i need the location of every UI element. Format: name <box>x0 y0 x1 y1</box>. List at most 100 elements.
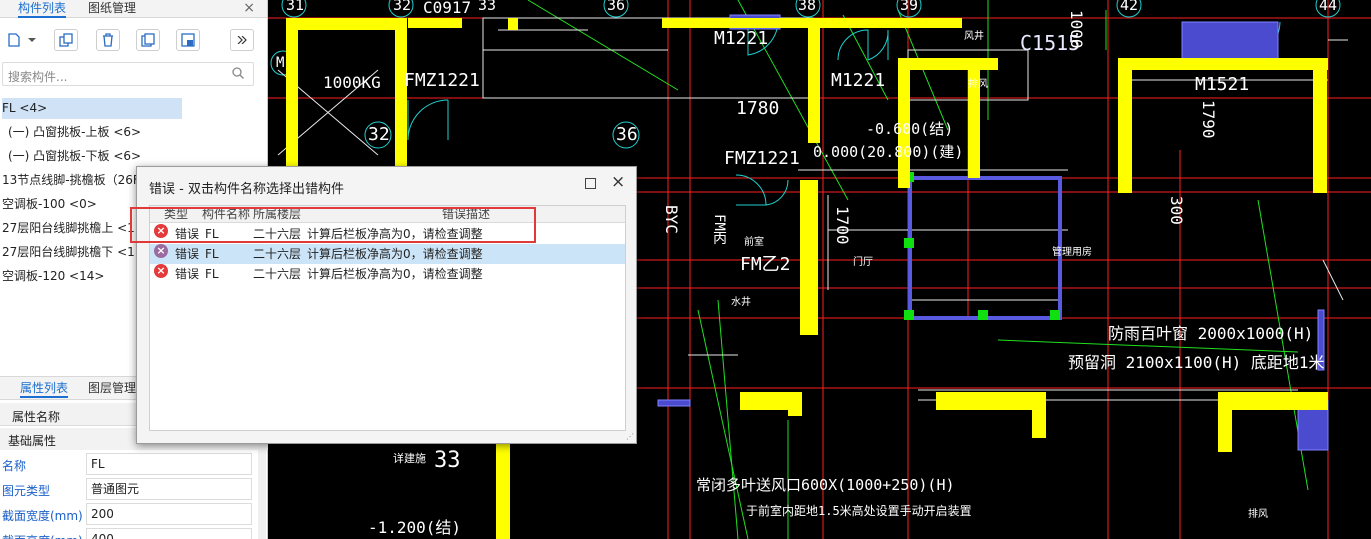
property-value-field[interactable]: 普通图元 <box>86 478 252 500</box>
axis-42: 42 <box>1120 0 1139 14</box>
tree-item-bay-window-lower[interactable]: (一) 凸窗挑板-下板 <6> <box>8 146 141 167</box>
cad-label-1780: 1780 <box>736 98 780 119</box>
cad-label-yuqianshi: 于前室内距地1.5米高处设置手动开启装置 <box>746 504 972 518</box>
floor-copy-icon <box>181 33 195 47</box>
delete-button[interactable] <box>96 29 120 51</box>
dropdown-arrow-icon <box>28 38 36 42</box>
new-dropdown-button[interactable] <box>26 29 38 51</box>
cad-label-menting: 门厅 <box>853 257 873 268</box>
tree-item-27f-balcony-upper[interactable]: 27层阳台线脚挑檐上 <1 <box>2 218 135 239</box>
new-component-button[interactable] <box>2 29 26 51</box>
cad-label-paifeng-top: 排风 <box>968 79 988 90</box>
property-value-field[interactable]: 200 <box>86 503 252 525</box>
tree-item-ac-board-120[interactable]: 空调板-120 <14> <box>2 266 104 287</box>
cad-label-fmz2: FM乙2 <box>740 254 791 275</box>
error-desc: 计算后栏板净高为0，请检查调整 <box>307 247 483 261</box>
cad-label-fengjing: 风井 <box>964 31 984 42</box>
tree-item-27f-balcony-lower[interactable]: 27层阳台线脚挑檐下 <1> <box>2 242 145 263</box>
cad-label-qianshi: 前室 <box>744 237 764 248</box>
error-icon: × <box>154 264 168 278</box>
axis-32: 32 <box>393 0 412 14</box>
property-key: 图元类型 <box>2 484 51 498</box>
property-value-field[interactable]: 400 <box>86 528 252 539</box>
error-floor: 二十六层 <box>253 267 302 281</box>
error-floor: 二十六层 <box>253 247 302 261</box>
cad-label-minus1200: -1.200(结) <box>368 518 462 537</box>
new-icon <box>8 33 20 47</box>
delete-icon <box>103 33 113 47</box>
dialog-close-icon[interactable]: × <box>611 172 625 192</box>
property-section-label: 基础属性 <box>8 434 57 448</box>
panel-close-icon[interactable]: × <box>243 0 255 16</box>
cad-label-1700: 1700 <box>833 206 852 245</box>
cad-label-fangyu: 防雨百叶窗 2000x1000(H) <box>1108 324 1314 343</box>
layer-copy-icon <box>141 33 155 47</box>
error-component-name[interactable]: FL <box>205 264 219 284</box>
search-icon[interactable] <box>232 67 244 79</box>
component-search-input[interactable]: 搜索构件... <box>2 62 254 86</box>
cad-label-33: 33 <box>434 448 461 473</box>
copy-icon <box>59 33 73 47</box>
axis-44: 44 <box>1319 0 1338 14</box>
axis-31: 31 <box>286 0 305 14</box>
more-button[interactable] <box>230 29 254 51</box>
maximize-icon[interactable] <box>585 178 596 189</box>
cad-label-fmz1221-b: FMZ1221 <box>724 148 800 169</box>
property-row-section-height: 截面高度(mm) 400 <box>0 527 268 539</box>
cad-label-guanli: 管理用房 <box>1052 247 1092 258</box>
property-key: 名称 <box>2 459 27 473</box>
copy-button[interactable] <box>54 29 78 51</box>
cad-label-yuliu: 预留洞 2100x1100(H) 底距地1米 <box>1068 353 1325 372</box>
property-value-field[interactable]: FL <box>86 453 252 475</box>
dialog-title: 错误 - 双击构件名称选择出错构件 <box>149 182 344 197</box>
error-type: 错误 <box>175 247 200 261</box>
cad-label-m1521: M1521 <box>1195 74 1250 95</box>
property-name-column: 属性名称 <box>12 410 61 424</box>
property-key: 截面高度(mm) <box>2 532 83 539</box>
cad-label-fm-bing: FM丙 <box>711 214 727 245</box>
component-toolbar <box>0 29 268 53</box>
tab-property-list[interactable]: 属性列表 <box>20 380 69 398</box>
cad-label-paifeng: 排风 <box>1248 509 1268 520</box>
cad-label-32: 32 <box>368 124 390 145</box>
property-row-name: 名称 FL <box>0 452 268 477</box>
component-tabbar: 构件列表 图纸管理 × <box>0 0 267 18</box>
property-row-section-width: 截面宽度(mm) 200 <box>0 502 268 527</box>
highlight-annotation-box <box>130 207 536 243</box>
property-row-element-type: 图元类型 普通图元 <box>0 477 268 502</box>
cad-label-xiangjianshi: 详建施 <box>393 452 426 465</box>
error-type: 错误 <box>175 267 200 281</box>
cad-label-36: 36 <box>616 124 638 145</box>
resize-grip-icon[interactable]: ⋰ <box>626 433 634 441</box>
cad-label-0000: 0.000(20.800)(建) <box>813 143 964 161</box>
layer-copy-button[interactable] <box>136 29 160 51</box>
cad-label-m1221-top: M1221 <box>714 28 769 49</box>
tree-item-fl[interactable]: FL <4> <box>2 98 182 119</box>
error-component-name[interactable]: FL <box>205 244 219 264</box>
axis-38: 38 <box>798 0 817 14</box>
cad-label-1790: 1790 <box>1199 100 1218 139</box>
cad-label-c0917: C0917 <box>423 0 472 17</box>
axis-36: 36 <box>607 0 626 14</box>
axis-39: 39 <box>900 0 919 14</box>
cad-label-fmz1221-a: FMZ1221 <box>404 70 480 91</box>
cad-label-shuijing: 水井 <box>731 297 751 308</box>
tree-item-ac-board-100[interactable]: 空调板-100 <0> <box>2 194 97 215</box>
axis-m: M <box>276 55 285 71</box>
error-desc: 计算后栏板净高为0，请检查调整 <box>307 267 483 281</box>
tab-layer-management[interactable]: 图层管理 <box>88 380 136 398</box>
cad-label-m1221: M1221 <box>831 70 886 91</box>
axis-33: 33 <box>478 0 497 14</box>
cad-label-1000: 1000 <box>1067 10 1086 49</box>
tab-component-list[interactable]: 构件列表 <box>18 0 67 18</box>
more-icon <box>237 36 247 44</box>
tree-item-node13-eave[interactable]: 13节点线脚-挑檐板（26F <box>2 170 140 191</box>
error-row[interactable]: × 错误 FL 二十六层 计算后栏板净高为0，请检查调整 <box>150 244 625 264</box>
tree-item-bay-window-upper[interactable]: (一) 凸窗挑板-上板 <6> <box>8 122 141 143</box>
cad-label-minus0600: -0.600(结) <box>866 120 954 138</box>
error-row[interactable]: × 错误 FL 二十六层 计算后栏板净高为0，请检查调整 <box>150 264 625 284</box>
floor-copy-button[interactable] <box>176 29 200 51</box>
search-placeholder: 搜索构件... <box>8 70 68 84</box>
tab-drawing-management[interactable]: 图纸管理 <box>88 0 136 18</box>
cad-label-1000kg: 1000KG <box>323 73 381 92</box>
